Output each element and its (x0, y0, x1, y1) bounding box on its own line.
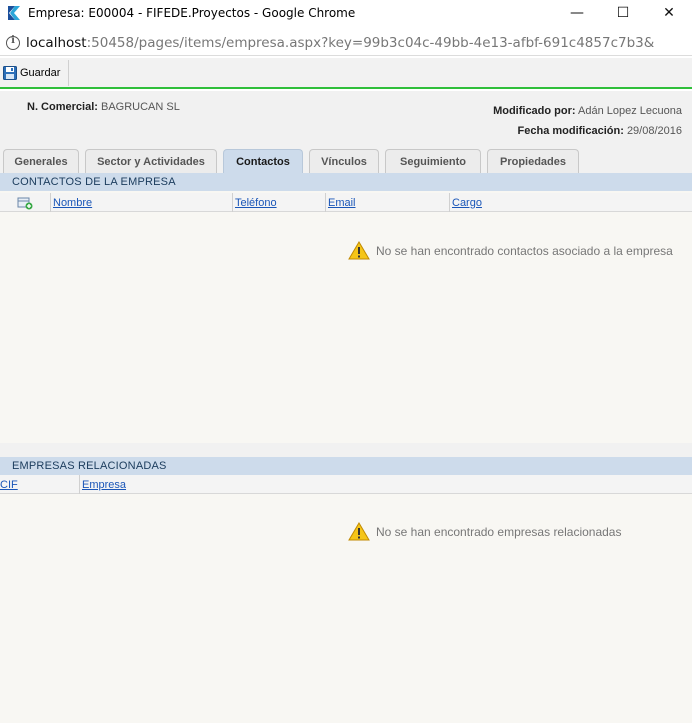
fecha-modificacion-label: Fecha modificación: (517, 125, 624, 137)
tab-contactos[interactable]: Contactos (223, 149, 303, 173)
modificado-por-label: Modificado por: (493, 105, 576, 117)
app-logo-icon (6, 5, 22, 21)
tab-generales[interactable]: Generales (3, 149, 79, 173)
nombre-comercial-value: BAGRUCAN SL (100, 101, 180, 113)
save-button[interactable]: Guardar (0, 59, 70, 86)
tab-sector-actividades[interactable]: Sector y Actividades (85, 149, 217, 173)
save-button-label: Guardar (20, 66, 61, 79)
column-telefono[interactable]: Teléfono (232, 193, 325, 212)
column-cargo-link[interactable]: Cargo (452, 197, 482, 209)
toolbar: Guardar (0, 58, 692, 89)
column-cif-link[interactable]: CIF (0, 479, 18, 491)
warning-icon (348, 522, 370, 541)
contactos-section-title: CONTACTOS DE LA EMPRESA (0, 173, 692, 191)
tab-propiedades[interactable]: Propiedades (487, 149, 579, 173)
record-header: N. Comercial: BAGRUCAN SL Modificado por… (0, 91, 692, 175)
add-contact-icon[interactable] (17, 196, 33, 210)
modificado-por-value: Adán Lopez Lecuona (578, 105, 682, 117)
column-telefono-link[interactable]: Teléfono (235, 197, 277, 209)
address-bar[interactable]: localhost:50458/pages/items/empresa.aspx… (0, 30, 692, 56)
tab-bar: Generales Sector y Actividades Contactos… (3, 149, 585, 173)
modification-info: Modificado por: Adán Lopez Lecuona Fecha… (493, 101, 682, 141)
nombre-comercial: N. Comercial: BAGRUCAN SL (27, 101, 180, 113)
url-text[interactable]: localhost:50458/pages/items/empresa.aspx… (26, 35, 654, 51)
tab-seguimiento[interactable]: Seguimiento (385, 149, 481, 173)
maximize-button[interactable]: ☐ (600, 0, 646, 26)
column-empresa-link[interactable]: Empresa (82, 479, 126, 491)
nombre-comercial-label: N. Comercial: (27, 101, 98, 113)
url-host: localhost (26, 34, 87, 51)
window-titlebar: Empresa: E00004 - FIFEDE.Proyectos - Goo… (0, 0, 692, 26)
column-email[interactable]: Email (325, 193, 449, 212)
url-path: :50458/pages/items/empresa.aspx?key=99b3… (86, 34, 655, 51)
add-contact-cell[interactable] (0, 193, 50, 212)
column-nombre-link[interactable]: Nombre (53, 197, 92, 209)
contactos-empty-message: No se han encontrado contactos asociado … (348, 241, 673, 260)
column-cargo[interactable]: Cargo (449, 193, 692, 212)
column-nombre[interactable]: Nombre (50, 193, 232, 212)
contactos-empty-text: No se han encontrado contactos asociado … (376, 243, 673, 258)
column-email-link[interactable]: Email (328, 197, 356, 209)
close-button[interactable]: ✕ (646, 0, 692, 26)
relacionadas-empty-message: No se han encontrado empresas relacionad… (348, 522, 621, 541)
relacionadas-grid-header: CIF Empresa (0, 475, 692, 494)
contactos-grid-header: Nombre Teléfono Email Cargo (0, 193, 692, 212)
column-empresa[interactable]: Empresa (79, 475, 692, 494)
floppy-disk-icon (3, 65, 17, 80)
column-cif[interactable]: CIF (0, 475, 79, 494)
minimize-button[interactable]: — (554, 0, 600, 26)
warning-icon (348, 241, 370, 260)
window-title: Empresa: E00004 - FIFEDE.Proyectos - Goo… (28, 6, 356, 20)
info-icon[interactable] (6, 35, 20, 50)
fecha-modificacion-value: 29/08/2016 (626, 125, 682, 137)
relacionadas-empty-text: No se han encontrado empresas relacionad… (376, 524, 622, 539)
relacionadas-section-title: EMPRESAS RELACIONADAS (0, 457, 692, 475)
tab-vinculos[interactable]: Vínculos (309, 149, 379, 173)
section-separator (0, 443, 692, 457)
page-content: N. Comercial: BAGRUCAN SL Modificado por… (0, 91, 692, 723)
